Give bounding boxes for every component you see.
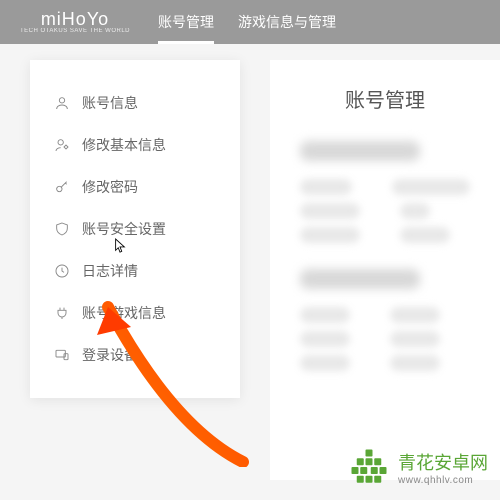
shield-icon (54, 221, 70, 237)
logo: miHoYo TECH OTAKUS SAVE THE WORLD (20, 10, 130, 34)
sidebar-item-label: 修改基本信息 (82, 135, 166, 155)
tab-game-info-manage[interactable]: 游戏信息与管理 (238, 0, 336, 44)
watermark: 青花安卓网 www.qhhlv.com (348, 446, 488, 488)
header-bar: miHoYo TECH OTAKUS SAVE THE WORLD 账号管理 游… (0, 0, 500, 44)
cursor-pointer-icon (113, 238, 127, 254)
user-icon (54, 95, 70, 111)
tab-account-manage[interactable]: 账号管理 (158, 0, 214, 44)
blurred-content (300, 141, 470, 371)
sidebar-item-account-info[interactable]: 账号信息 (30, 82, 240, 124)
sidebar-item-label: 账号信息 (82, 93, 138, 113)
sidebar-item-label: 日志详情 (82, 261, 138, 281)
clock-icon (54, 263, 70, 279)
sidebar: 账号信息 修改基本信息 修改密码 账号安全设置 日志详情 账号游戏信息 登录 (30, 60, 240, 398)
sidebar-item-label: 账号游戏信息 (82, 303, 166, 323)
key-icon (54, 179, 70, 195)
sidebar-item-login-devices[interactable]: 登录设备 (30, 334, 240, 376)
sidebar-item-change-password[interactable]: 修改密码 (30, 166, 240, 208)
sidebar-item-game-info[interactable]: 账号游戏信息 (30, 292, 240, 334)
devices-icon (54, 347, 70, 363)
tab-label: 账号管理 (158, 12, 214, 32)
plug-icon (54, 305, 70, 321)
sidebar-item-security[interactable]: 账号安全设置 (30, 208, 240, 250)
logo-subtext: TECH OTAKUS SAVE THE WORLD (20, 28, 130, 34)
main-panel: 账号管理 (270, 60, 500, 480)
tab-label: 游戏信息与管理 (238, 12, 336, 32)
page-title: 账号管理 (300, 84, 470, 113)
watermark-icon (348, 446, 390, 488)
watermark-text: 青花安卓网 www.qhhlv.com (398, 449, 488, 486)
sidebar-item-label: 登录设备 (82, 345, 138, 365)
sidebar-item-log-details[interactable]: 日志详情 (30, 250, 240, 292)
sidebar-item-edit-basic[interactable]: 修改基本信息 (30, 124, 240, 166)
sidebar-item-label: 修改密码 (82, 177, 138, 197)
nav-tabs: 账号管理 游戏信息与管理 (158, 0, 336, 44)
logo-text: miHoYo (41, 10, 109, 28)
watermark-brand: 青花安卓网 (398, 449, 488, 475)
sidebar-item-label: 账号安全设置 (82, 219, 166, 239)
edit-user-icon (54, 137, 70, 153)
watermark-url: www.qhhlv.com (398, 475, 488, 486)
